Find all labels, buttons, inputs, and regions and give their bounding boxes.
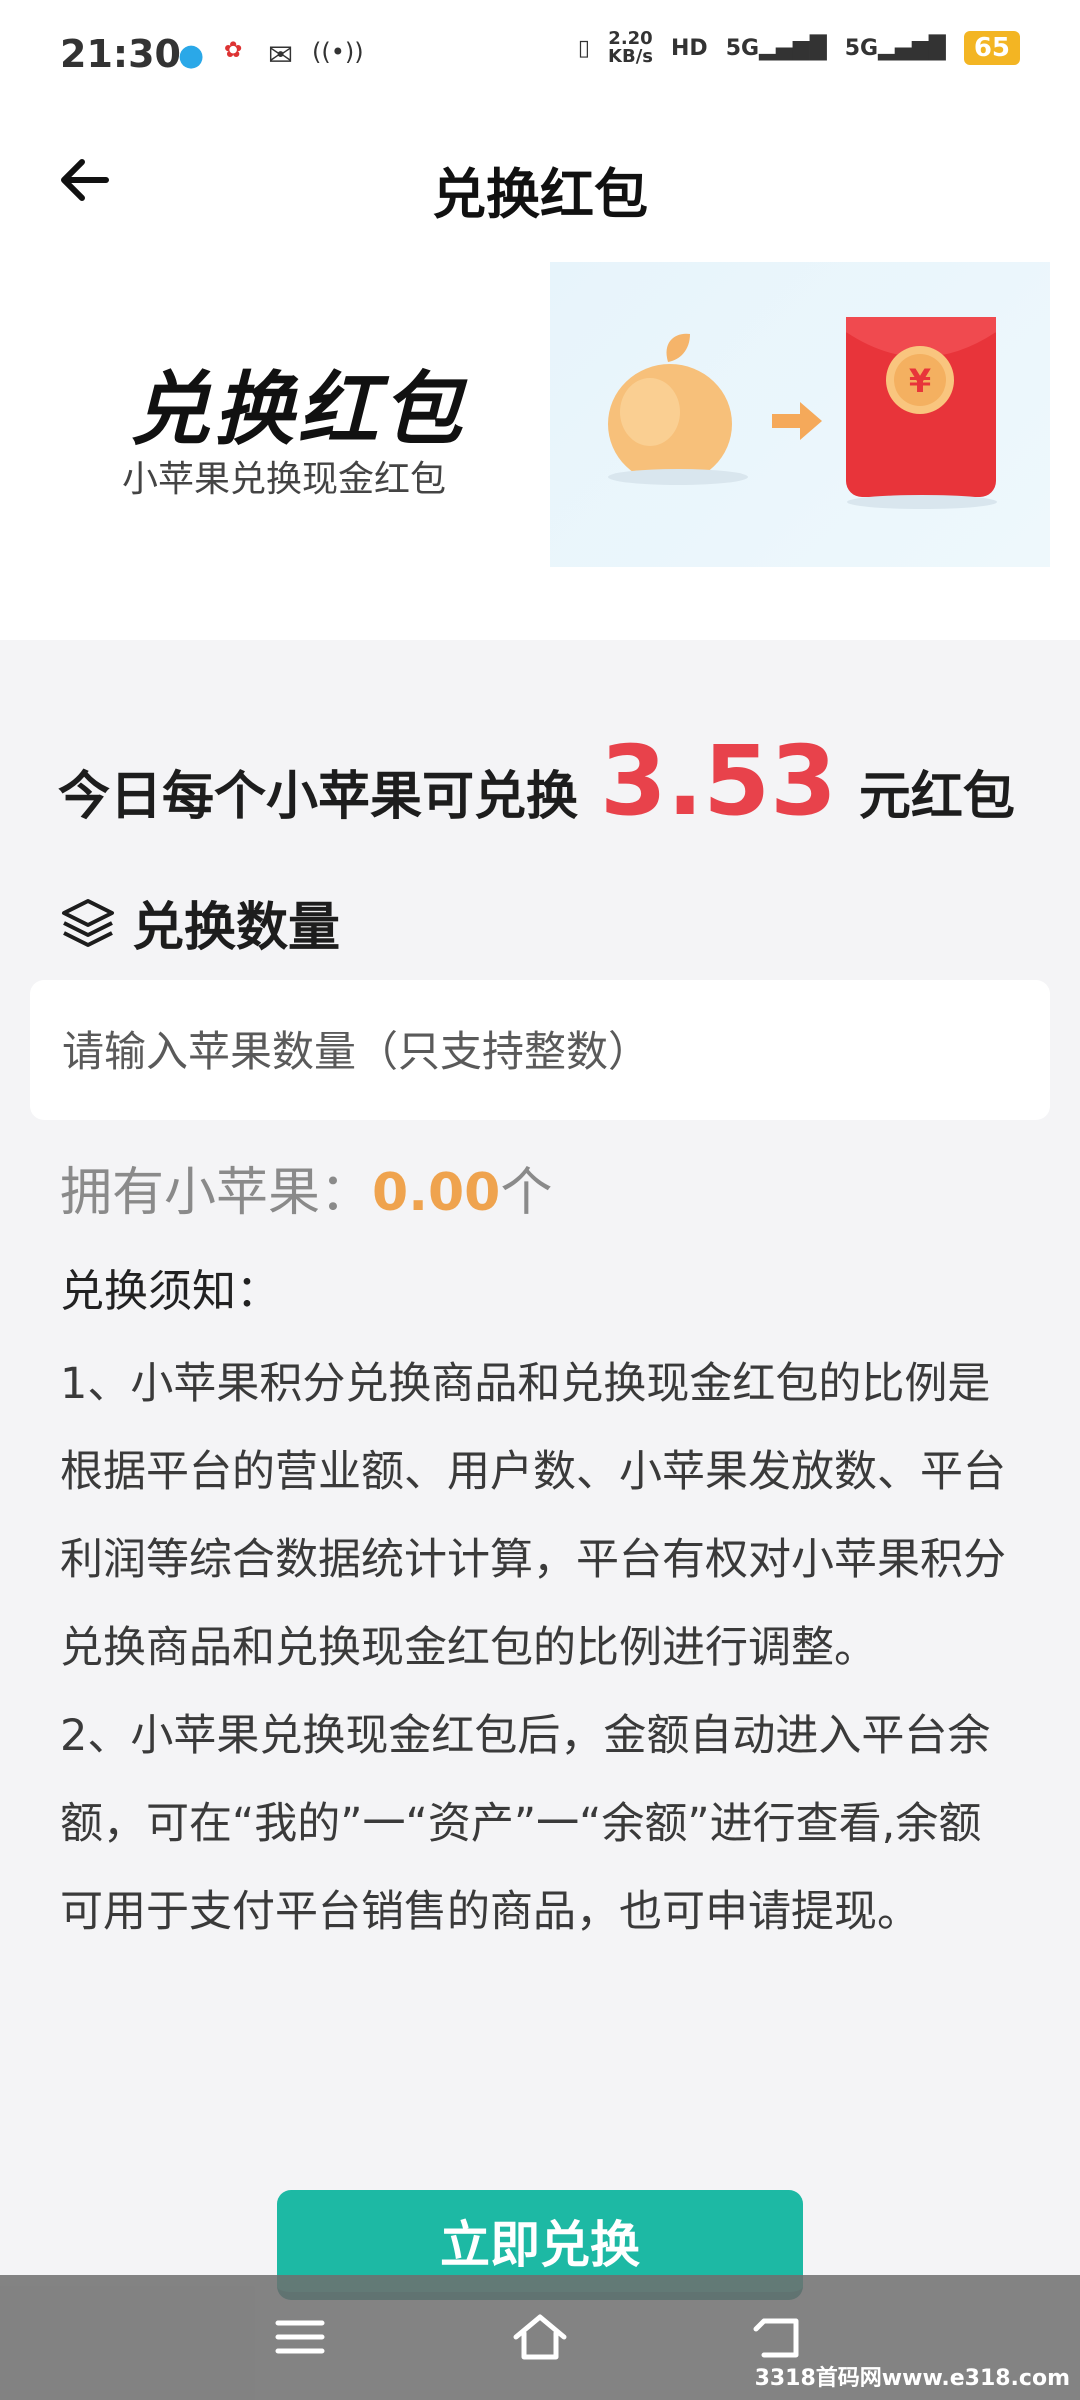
- banner: 兑换红包 小苹果兑换现金红包 ¥: [0, 240, 1080, 640]
- speed-unit: KB/s: [608, 46, 653, 67]
- vibrate-icon: ▯: [577, 35, 591, 61]
- arrow-right-icon: [772, 402, 822, 440]
- app-notification-icon: ✿: [224, 38, 243, 63]
- currency-symbol: ¥: [909, 362, 931, 400]
- network-speed: 2.20 KB/s: [608, 30, 653, 66]
- mail-icon: ✉: [268, 38, 294, 73]
- notice-body: 1、小苹果积分兑换商品和兑换现金红包的比例是根据平台的营业额、用户数、小苹果发放…: [60, 1340, 1020, 1956]
- rate-suffix: 元红包: [858, 767, 1015, 827]
- owned-value: 0.00: [372, 1163, 501, 1223]
- nav-bar: 兑换红包: [0, 120, 1080, 240]
- layers-icon: [62, 898, 114, 947]
- status-right-group: ▯ 2.20 KB/s HD 5G▂▄▆█ 5G▂▄▆█ 65: [578, 30, 1020, 66]
- home-icon[interactable]: [510, 2307, 570, 2367]
- page-title: 兑换红包: [432, 163, 648, 226]
- owned-label: 拥有小苹果：: [60, 1163, 373, 1223]
- apple-quantity-input[interactable]: [60, 1010, 1024, 1092]
- menu-icon[interactable]: [270, 2307, 330, 2367]
- banner-subtitle: 小苹果兑换现金红包: [122, 459, 447, 500]
- hd-badge: HD: [671, 35, 708, 61]
- notice-item: 2、小苹果兑换现金红包后，金额自动进入平台余额，可在“我的”一“资产”一“余额”…: [60, 1711, 991, 1937]
- status-time: 21:30: [60, 32, 181, 76]
- battery-icon: 65: [963, 31, 1020, 65]
- banner-illustration: ¥: [550, 262, 1050, 567]
- quantity-heading: 兑换数量: [58, 885, 340, 960]
- owned-unit: 个: [500, 1163, 553, 1223]
- hotspot-icon: ((•)): [312, 38, 364, 66]
- qq-icon: ●: [178, 38, 205, 73]
- watermark: 3318首码网www.e318.com: [754, 2366, 1070, 2391]
- quantity-input-container: [30, 980, 1050, 1120]
- notice-item: 1、小苹果积分兑换商品和兑换现金红包的比例是根据平台的营业额、用户数、小苹果发放…: [60, 1359, 1006, 1673]
- rate-prefix: 今日每个小苹果可兑换: [58, 767, 579, 827]
- red-envelope-icon: ¥: [846, 317, 997, 509]
- rate-value: 3.53: [600, 725, 837, 837]
- sim1-signal-icon: 5G▂▄▆█: [725, 35, 827, 61]
- sim2-label: 5G: [844, 35, 879, 61]
- apple-icon: [608, 333, 748, 485]
- sim2-signal-icon: 5G▂▄▆█: [844, 35, 946, 61]
- system-nav-bar: 3318首码网www.e318.com: [0, 2275, 1080, 2400]
- banner-title: 兑换红包: [130, 363, 466, 456]
- exchange-rate: 今日每个小苹果可兑换 3.53 元红包: [58, 725, 1038, 837]
- quantity-heading-label: 兑换数量: [132, 898, 341, 958]
- owned-apples: 拥有小苹果： 0.00 个: [60, 1150, 552, 1225]
- sim1-label: 5G: [725, 35, 760, 61]
- back-icon[interactable]: [750, 2307, 810, 2367]
- status-bar: 21:30 ● ✿ ✉ ((•)) ▯ 2.20 KB/s HD 5G▂▄▆█ …: [0, 0, 1080, 120]
- notice-title: 兑换须知：: [60, 1266, 280, 1317]
